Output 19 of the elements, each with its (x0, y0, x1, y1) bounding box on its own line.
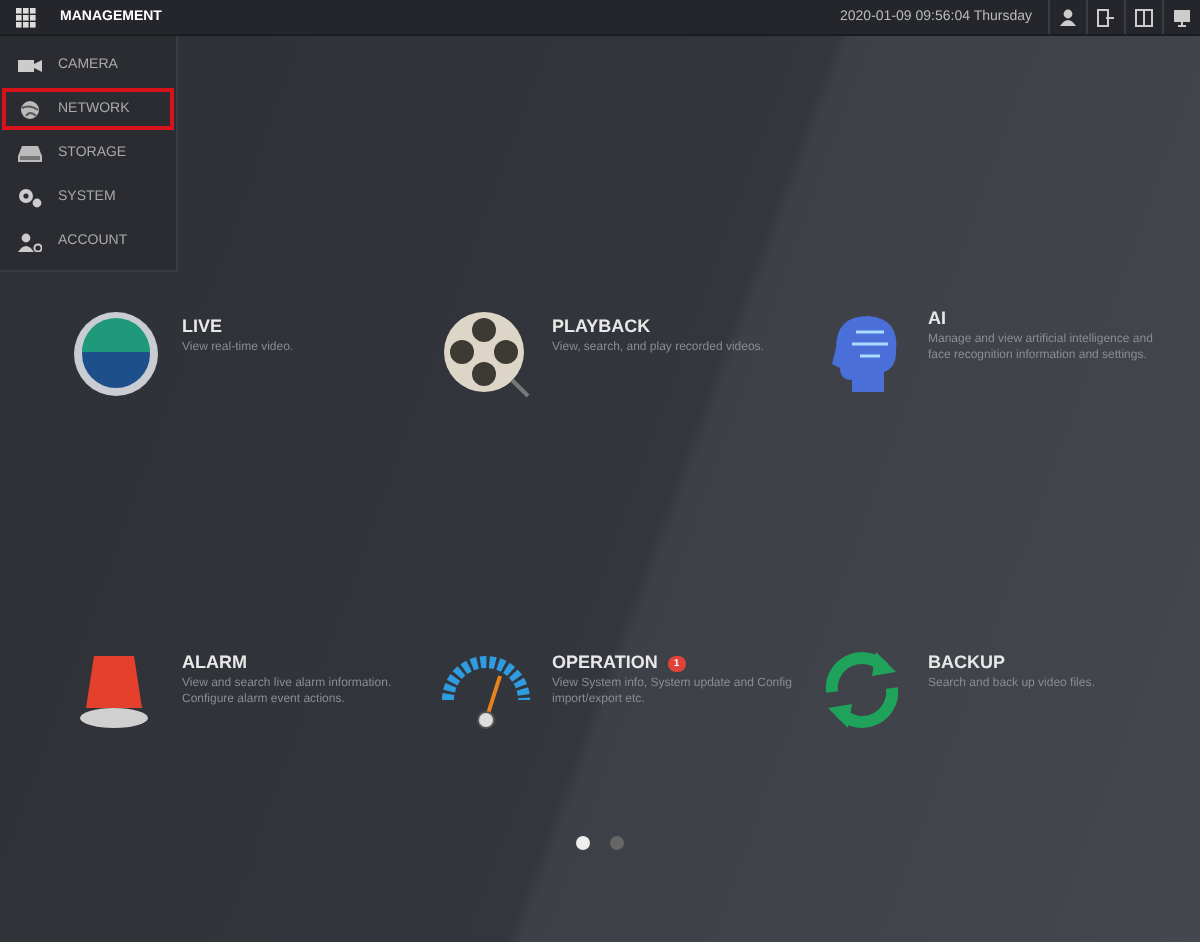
gears-icon (18, 187, 42, 207)
page-dot[interactable] (610, 836, 624, 850)
module-title[interactable]: PLAYBACK (552, 316, 792, 336)
user-icon[interactable] (1058, 7, 1078, 27)
user-settings-icon (18, 231, 42, 251)
module-title[interactable]: BACKUP (928, 652, 1168, 672)
film-reel-icon (440, 308, 532, 400)
module-title[interactable]: AI (928, 308, 1168, 328)
logout-icon[interactable] (1096, 7, 1116, 27)
split-panel-icon[interactable] (1134, 7, 1154, 27)
module-title[interactable]: ALARM (182, 652, 422, 672)
round-screen-icon (70, 308, 162, 400)
hard-drive-icon (18, 143, 42, 163)
grid-menu-icon[interactable] (16, 7, 36, 27)
module-title[interactable]: LIVE (182, 316, 422, 336)
monitor-icon[interactable] (1172, 7, 1192, 27)
page-dot[interactable] (576, 836, 590, 850)
video-camera-icon (18, 55, 42, 75)
globe-icon (18, 99, 42, 119)
